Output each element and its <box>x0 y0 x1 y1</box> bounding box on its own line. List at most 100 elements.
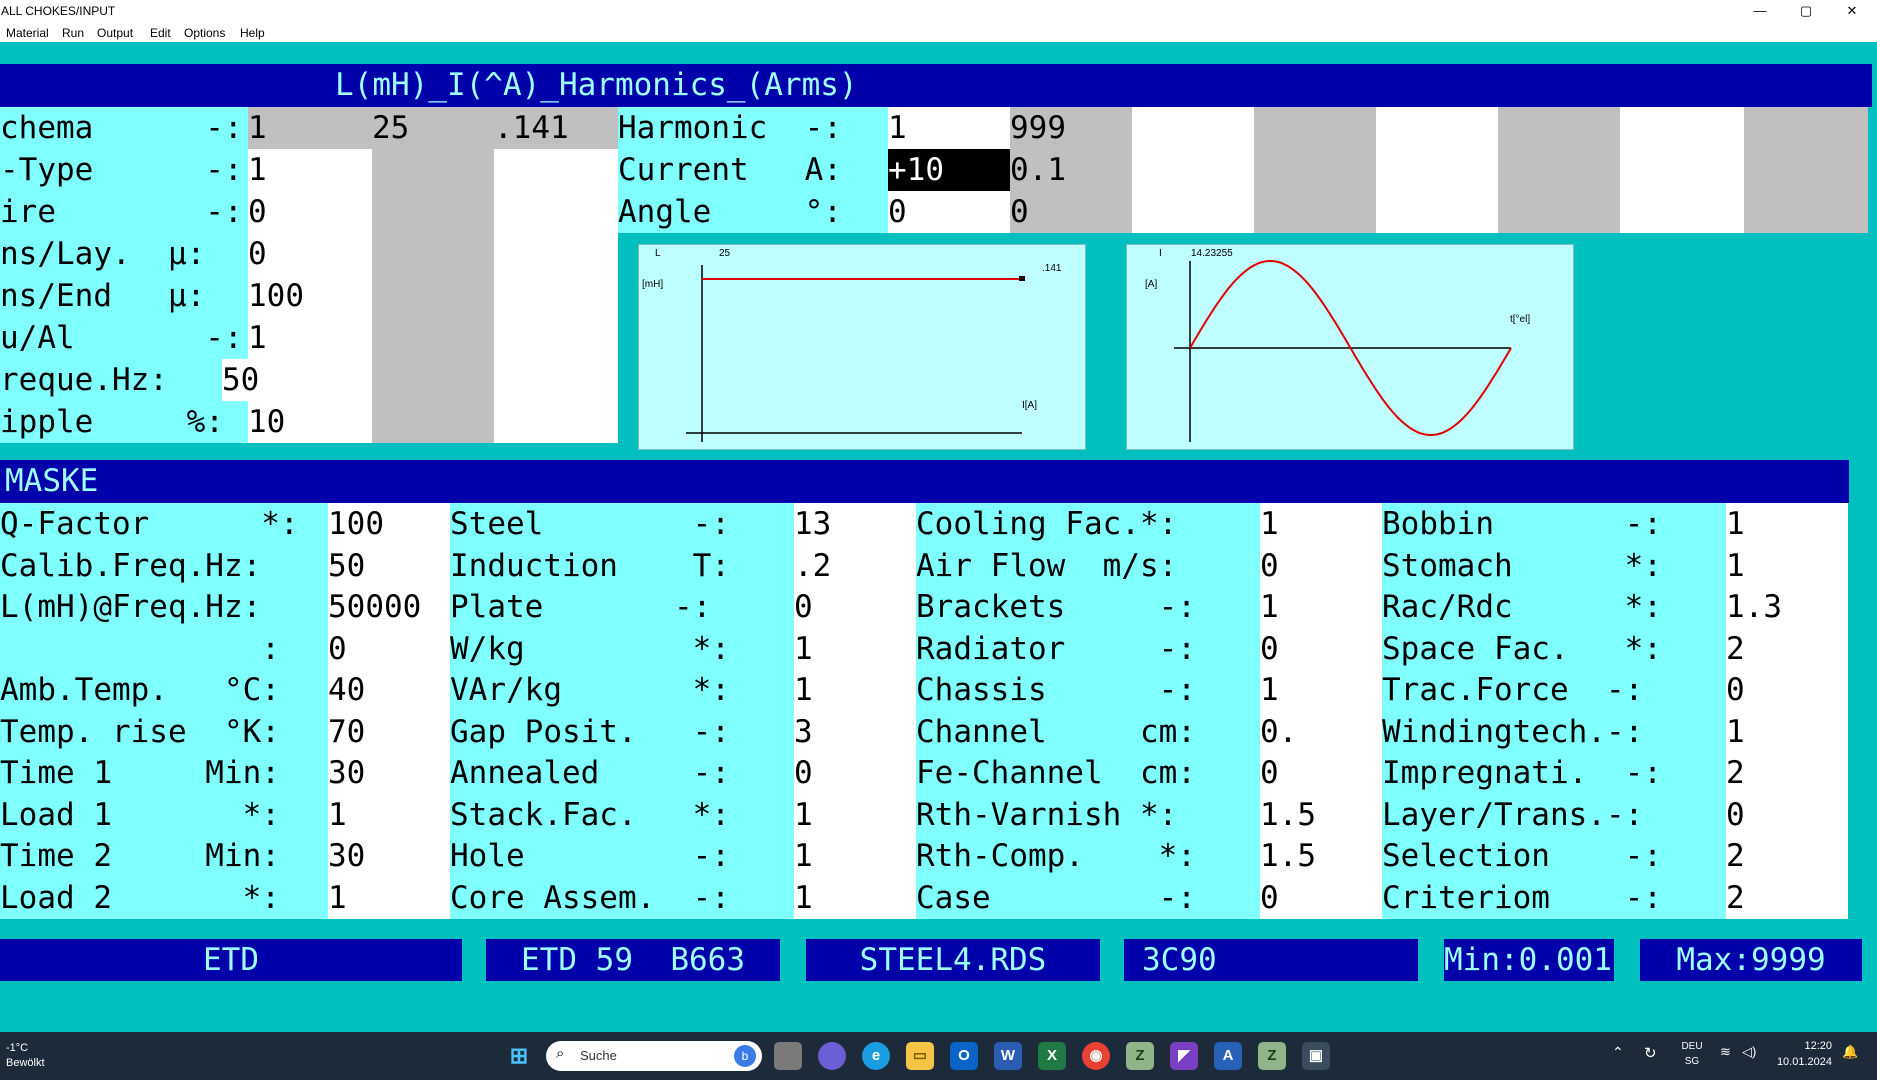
clock-time[interactable]: 12:20 <box>1770 1040 1832 1052</box>
maske-col4-value[interactable]: 1 <box>1726 545 1848 587</box>
harmonic-col-8[interactable] <box>1744 107 1868 233</box>
maske-col1-value[interactable]: 1 <box>328 794 450 836</box>
maske-col3-value[interactable]: 0 <box>1260 752 1382 794</box>
language-code[interactable]: DEU <box>1678 1041 1706 1052</box>
maske-col4-value[interactable]: 0 <box>1726 669 1848 711</box>
maske-col2-value[interactable]: 13 <box>794 503 916 545</box>
app-a-icon[interactable]: A <box>1214 1042 1242 1070</box>
maske-col1-value[interactable]: 50 <box>328 545 450 587</box>
language-sub[interactable]: SG <box>1678 1056 1706 1067</box>
maske-col1-value[interactable]: 30 <box>328 835 450 877</box>
app-z2-icon[interactable]: Z <box>1258 1042 1286 1070</box>
maske-col1-value[interactable]: 1 <box>328 877 450 919</box>
menu-material[interactable]: Material <box>6 26 49 40</box>
chrome-icon[interactable]: ◉ <box>1082 1042 1110 1070</box>
max-value-button[interactable]: Max:9999 <box>1640 939 1862 981</box>
maske-col3-value[interactable]: 0 <box>1260 545 1382 587</box>
maske-col1-value[interactable]: 50000 <box>328 586 450 628</box>
sync-icon[interactable]: ↻ <box>1644 1044 1657 1062</box>
chokes-app-icon[interactable]: ▣ <box>1302 1042 1330 1070</box>
schema-row-value[interactable]: 10 <box>248 401 372 443</box>
harmonic-row-value1[interactable]: 0 <box>888 191 1010 233</box>
bing-icon[interactable]: b <box>734 1045 756 1067</box>
maske-col3-value[interactable]: 1 <box>1260 669 1382 711</box>
weather-temp[interactable]: -1°C <box>6 1042 28 1054</box>
maske-col2-value[interactable]: 3 <box>794 711 916 753</box>
maske-col2-value[interactable]: 1 <box>794 669 916 711</box>
maske-col2-value[interactable]: 1 <box>794 877 916 919</box>
volume-icon[interactable]: ◁) <box>1742 1044 1756 1060</box>
schema-row-value[interactable]: 50 <box>222 359 372 401</box>
maske-col4-value[interactable]: 2 <box>1726 752 1848 794</box>
word-icon[interactable]: W <box>994 1042 1022 1070</box>
clock-date[interactable]: 10.01.2024 <box>1770 1056 1832 1068</box>
schema-row-value2[interactable]: 25 <box>372 107 494 149</box>
menu-options[interactable]: Options <box>184 26 225 40</box>
maske-col2-value[interactable]: 0 <box>794 586 916 628</box>
close-button[interactable]: ✕ <box>1829 1 1875 21</box>
menu-help[interactable]: Help <box>240 26 265 40</box>
maske-col4-value[interactable]: 0 <box>1726 794 1848 836</box>
maske-col3-value[interactable]: 1 <box>1260 503 1382 545</box>
harmonic-col-6[interactable] <box>1498 107 1620 233</box>
outlook-icon[interactable]: O <box>950 1042 978 1070</box>
maske-col1-value[interactable]: 40 <box>328 669 450 711</box>
maske-col2-value[interactable]: 1 <box>794 794 916 836</box>
minimize-button[interactable]: — <box>1737 1 1783 21</box>
harmonic-row-value2[interactable]: 999 <box>1010 107 1132 149</box>
min-value-button[interactable]: Min:0.001 <box>1444 939 1614 981</box>
app-z-icon[interactable]: Z <box>1126 1042 1154 1070</box>
schema-row-value[interactable]: 1 <box>248 317 372 359</box>
taskbar-search[interactable]: ⌕ Suche b <box>546 1041 762 1071</box>
start-icon[interactable]: ⊞ <box>505 1042 533 1070</box>
maske-col4-value[interactable]: 1 <box>1726 503 1848 545</box>
maske-col2-value[interactable]: 0 <box>794 752 916 794</box>
harmonic-col-5[interactable] <box>1376 107 1498 233</box>
weather-desc[interactable]: Bewölkt <box>6 1057 45 1069</box>
excel-icon[interactable]: X <box>1038 1042 1066 1070</box>
harmonic-row-value1[interactable]: +10 <box>888 149 1010 191</box>
wifi-icon[interactable]: ≋ <box>1720 1044 1731 1060</box>
maske-col3-value[interactable]: 0 <box>1260 877 1382 919</box>
harmonic-row-value2[interactable]: 0 <box>1010 191 1132 233</box>
maximize-button[interactable]: ▢ <box>1783 1 1829 21</box>
maske-col3-value[interactable]: 1.5 <box>1260 835 1382 877</box>
maske-col4-value[interactable]: 2 <box>1726 835 1848 877</box>
edge-icon[interactable]: e <box>862 1042 890 1070</box>
schema-row-value[interactable]: 0 <box>248 233 372 275</box>
maske-col2-value[interactable]: 1 <box>794 835 916 877</box>
material-button[interactable]: 3C90 <box>1124 939 1418 981</box>
maske-col4-value[interactable]: 2 <box>1726 877 1848 919</box>
maske-col1-value[interactable]: 100 <box>328 503 450 545</box>
schema-row-value[interactable]: 100 <box>248 275 372 317</box>
core-type-button[interactable]: ETD <box>0 939 462 981</box>
menu-edit[interactable]: Edit <box>150 26 171 40</box>
maske-col3-value[interactable]: 1 <box>1260 586 1382 628</box>
chevron-up-icon[interactable]: ⌃ <box>1612 1044 1624 1061</box>
maske-col1-value[interactable]: 70 <box>328 711 450 753</box>
harmonic-col-3[interactable] <box>1132 107 1254 233</box>
visual-studio-icon[interactable]: ◤ <box>1170 1042 1198 1070</box>
harmonic-row-value2[interactable]: 0.1 <box>1010 149 1132 191</box>
schema-row-value[interactable]: 1 <box>248 107 372 149</box>
maske-col4-value[interactable]: 1 <box>1726 711 1848 753</box>
maske-col3-value[interactable]: 1.5 <box>1260 794 1382 836</box>
harmonic-row-value1[interactable]: 1 <box>888 107 1010 149</box>
maske-col4-value[interactable]: 2 <box>1726 628 1848 670</box>
maske-col2-value[interactable]: 1 <box>794 628 916 670</box>
harmonic-col-7[interactable] <box>1620 107 1744 233</box>
notification-bell-icon[interactable]: 🔔 <box>1842 1044 1858 1060</box>
chat-icon[interactable] <box>818 1042 846 1070</box>
core-name-button[interactable]: ETD 59 B663 <box>486 939 780 981</box>
maske-col2-value[interactable]: .2 <box>794 545 916 587</box>
harmonic-col-4[interactable] <box>1254 107 1376 233</box>
maske-col1-value[interactable]: 0 <box>328 628 450 670</box>
maske-col3-value[interactable]: 0. <box>1260 711 1382 753</box>
schema-row-value[interactable]: 0 <box>248 191 372 233</box>
steel-file-button[interactable]: STEEL4.RDS <box>806 939 1100 981</box>
schema-row-value[interactable]: 1 <box>248 149 372 191</box>
task-view-icon[interactable] <box>774 1042 802 1070</box>
menu-output[interactable]: Output <box>97 26 133 40</box>
maske-col3-value[interactable]: 0 <box>1260 628 1382 670</box>
menu-run[interactable]: Run <box>62 26 84 40</box>
